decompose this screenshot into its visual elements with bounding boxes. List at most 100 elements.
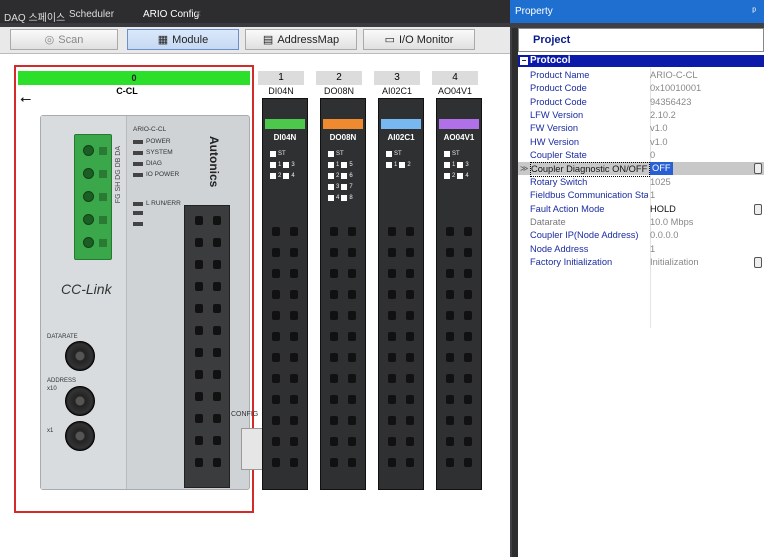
property-value[interactable]: v1.0 — [650, 136, 668, 149]
property-row[interactable]: Product Code 0x10010001 — [518, 82, 764, 95]
pin-icon[interactable]: ᵖ — [752, 0, 756, 23]
property-value[interactable]: 0 — [650, 149, 655, 162]
connector-cell — [213, 304, 221, 313]
coupler-left-panel: FG SH DG DB DA CC-Link DATARATE ADDRESS … — [41, 116, 127, 489]
property-value[interactable]: v1.0 — [650, 122, 668, 135]
module-color-strip — [323, 119, 363, 129]
connector-cell — [464, 458, 472, 467]
property-value[interactable]: OFF — [650, 162, 673, 176]
property-value[interactable]: 1 — [650, 189, 655, 202]
property-row[interactable]: ≫ Coupler Diagnostic ON/OFF OFF — [518, 162, 764, 178]
connector-cell — [406, 458, 414, 467]
project-header[interactable]: Project — [518, 28, 764, 52]
property-value[interactable]: HOLD — [650, 203, 676, 216]
module-slot-number[interactable]: 1 — [258, 71, 304, 85]
property-value[interactable]: 10.0 Mbps — [650, 216, 693, 229]
connector-cell — [290, 374, 298, 383]
property-row[interactable]: Fieldbus Communication Sta 1 — [518, 189, 764, 202]
connector-cell — [464, 332, 472, 341]
channel-led-icon — [457, 173, 464, 179]
channel-number: 4 — [291, 173, 295, 179]
property-value[interactable]: 94356423 — [650, 96, 691, 109]
module-slot-number[interactable]: 4 — [432, 71, 478, 85]
connector-cell — [195, 260, 203, 269]
channel-led-icon — [283, 173, 290, 179]
io-module[interactable]: DI04N ST 1 3 2 4 — [262, 98, 308, 490]
connector-cell — [348, 395, 356, 404]
module-slot-number[interactable]: 2 — [316, 71, 362, 85]
dropdown-button[interactable] — [754, 256, 762, 268]
io-module[interactable]: DO08N ST 1 5 2 6 3 7 4 8 — [320, 98, 366, 490]
property-value[interactable]: 0x10010001 — [650, 82, 701, 95]
model-label: ARIO-C-CL — [133, 126, 167, 133]
collapse-icon[interactable]: − — [520, 57, 528, 65]
io-module[interactable]: AO04V1 ST 1 3 2 4 — [436, 98, 482, 490]
connector-cell — [195, 458, 203, 467]
channel-led-icon — [444, 173, 450, 179]
tab-daq-space[interactable]: DAQ 스페이스 — [4, 9, 65, 24]
connector-cell — [388, 353, 396, 362]
property-row[interactable]: Product Code 94356423 — [518, 96, 764, 109]
property-row[interactable]: Factory Initialization Initialization — [518, 256, 764, 269]
connector-cell — [388, 248, 396, 257]
terminal-labels: FG SH DG DB DA — [115, 146, 122, 204]
close-tab-icon[interactable]: × — [195, 8, 201, 20]
property-value[interactable]: Initialization — [650, 256, 699, 269]
monitor-icon: ▭ — [384, 34, 395, 46]
io-monitor-button[interactable]: ▭ I/O Monitor — [363, 29, 475, 50]
property-row[interactable]: LFW Version 2.10.2 — [518, 109, 764, 122]
property-row[interactable]: Rotary Switch 1025 — [518, 176, 764, 189]
property-value[interactable]: 0.0.0.0 — [650, 229, 678, 242]
property-row[interactable]: Coupler State 0 — [518, 149, 764, 162]
connector-cell — [330, 437, 338, 446]
channel-led-icon — [341, 173, 348, 179]
connector-cell — [272, 437, 280, 446]
connector-cell — [348, 458, 356, 467]
scan-button[interactable]: ◎ Scan — [10, 29, 118, 50]
connector-cell — [464, 269, 472, 278]
connector-cell — [464, 248, 472, 257]
usb-icon: ⭠ — [20, 90, 32, 106]
dropdown-button[interactable] — [754, 203, 762, 215]
connector-cell — [213, 414, 221, 423]
property-title: Property — [515, 6, 553, 17]
dropdown-button[interactable] — [754, 163, 762, 175]
connector-cell — [388, 269, 396, 278]
module-button[interactable]: ▦ Module — [127, 29, 239, 50]
channel-number: 7 — [349, 184, 353, 190]
connector-cell — [406, 290, 414, 299]
connector-cell — [446, 395, 454, 404]
property-row[interactable]: Fault Action Mode HOLD — [518, 203, 764, 216]
channel-number: 2 — [407, 162, 411, 168]
scan-icon: ◎ — [44, 34, 55, 46]
connector-cell — [195, 348, 203, 357]
tab-ario-config[interactable]: ARIO Config — [143, 9, 199, 20]
module-slot-number[interactable]: 3 — [374, 71, 420, 85]
property-row[interactable]: FW Version v1.0 — [518, 122, 764, 135]
coupler-slot-number[interactable]: 0 — [18, 71, 250, 85]
category-protocol[interactable]: − Protocol — [518, 55, 764, 67]
editor-pane: DAQ 스페이스 Scheduler ARIO Config × ◎ Scan ▦… — [0, 0, 510, 557]
tab-scheduler[interactable]: Scheduler — [69, 9, 114, 20]
property-value[interactable]: 2.10.2 — [650, 109, 676, 122]
property-row[interactable]: Node Address 1 — [518, 243, 764, 256]
connector-cell — [348, 332, 356, 341]
property-value[interactable]: 1025 — [650, 176, 671, 189]
property-row[interactable]: HW Version v1.0 — [518, 136, 764, 149]
property-value[interactable]: ARIO-C-CL — [650, 69, 698, 82]
io-module[interactable]: AI02C1 ST 1 2 — [378, 98, 424, 490]
channel-number: 3 — [336, 184, 340, 190]
property-row[interactable]: Product Name ARIO-C-CL — [518, 69, 764, 82]
connector-cell — [290, 311, 298, 320]
channel-led-icon — [328, 173, 334, 179]
led-diag: DIAG — [133, 160, 162, 167]
property-row[interactable]: Datarate 10.0 Mbps — [518, 216, 764, 229]
property-value[interactable]: 1 — [650, 243, 655, 256]
connector-cell — [388, 332, 396, 341]
addressmap-button[interactable]: ▤ AddressMap — [245, 29, 357, 50]
connector-cell — [464, 227, 472, 236]
property-row[interactable]: Coupler IP(Node Address) 0.0.0.0 — [518, 229, 764, 242]
connector-cell — [195, 436, 203, 445]
channel-led-row: 26 — [328, 173, 353, 179]
connector-cell — [272, 269, 280, 278]
